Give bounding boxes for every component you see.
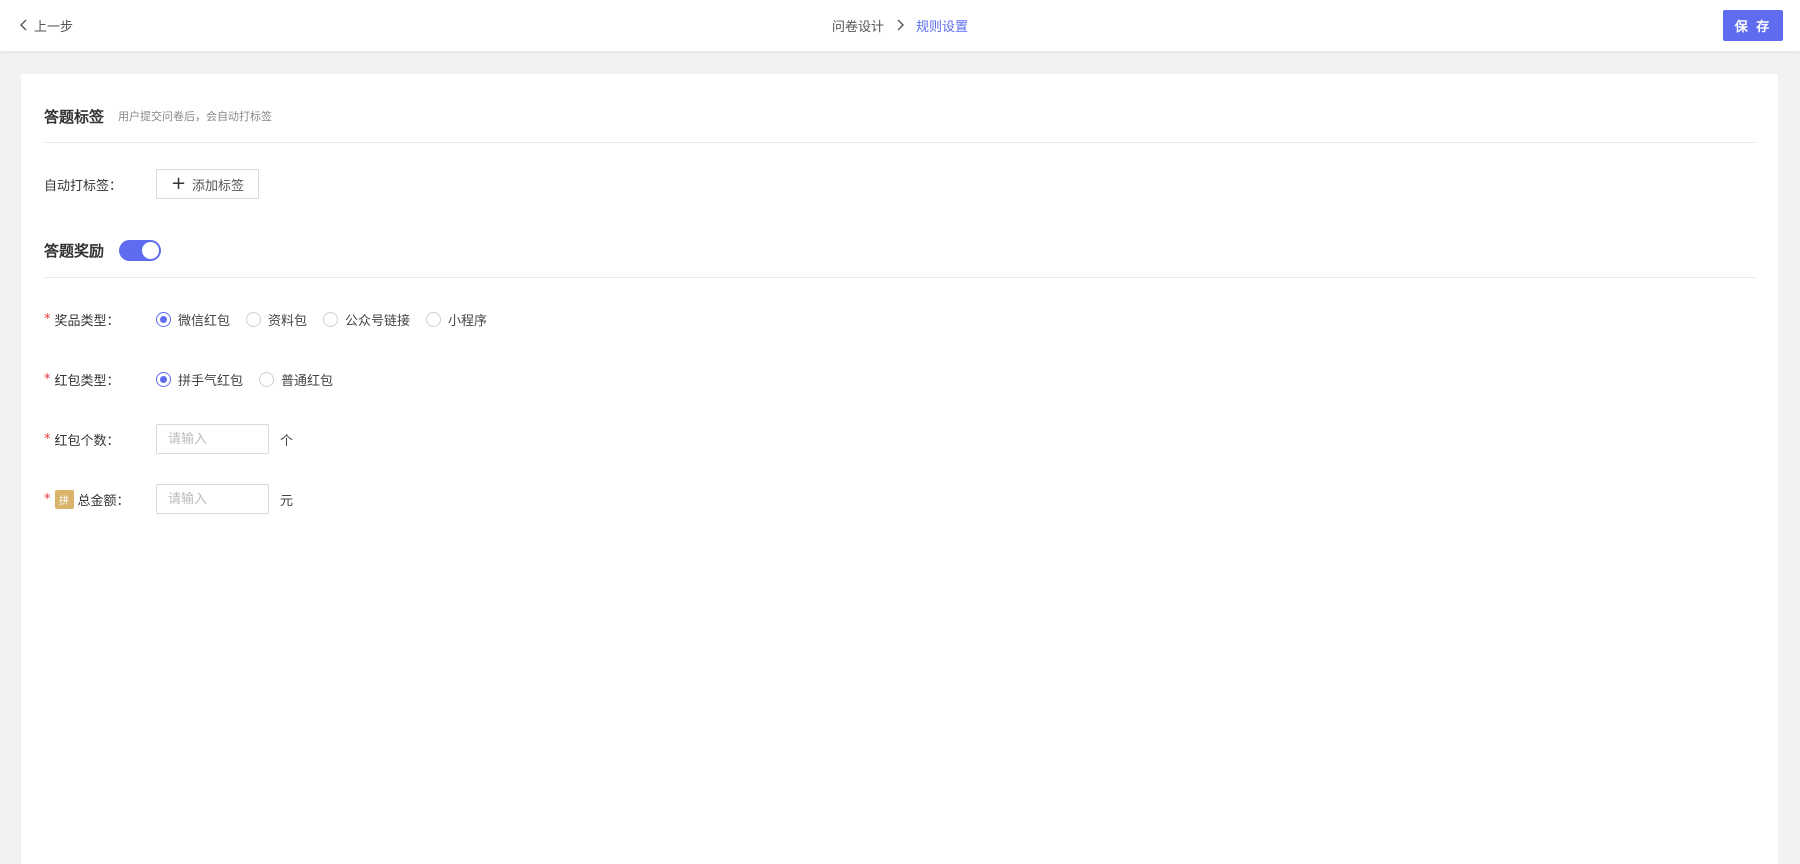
add-tag-button[interactable]: + 添加标签 <box>156 169 259 199</box>
radio-lucky-redpack[interactable]: 拼手气红包 <box>156 370 243 389</box>
radio-dot <box>259 371 275 387</box>
radio-label: 拼手气红包 <box>178 373 244 389</box>
top-bar: 上一步 问卷设计 规则设置 保 存 <box>0 0 1800 51</box>
redpack-type-row: * 红包类型： 拼手气红包 普通红包 <box>44 364 349 394</box>
radio-mini-program[interactable]: 小程序 <box>426 310 487 329</box>
radio-official-account-link[interactable]: 公众号链接 <box>323 310 410 329</box>
tag-section-title: 答题标签 <box>44 107 105 126</box>
radio-label: 公众号链接 <box>345 313 411 329</box>
redpack-type-label: * 红包类型： <box>44 370 156 389</box>
required-mark: * <box>44 311 51 327</box>
chevron-right-icon <box>897 19 904 31</box>
required-mark: * <box>44 371 51 387</box>
save-button[interactable]: 保 存 <box>1723 10 1783 41</box>
add-tag-button-label: 添加标签 <box>192 178 245 194</box>
prize-type-label-text: 奖品类型： <box>54 313 120 329</box>
radio-label: 微信红包 <box>178 313 231 329</box>
total-amount-label-text: 总金额： <box>77 493 130 509</box>
breadcrumb: 问卷设计 规则设置 <box>0 15 1800 35</box>
tag-section-header: 答题标签 用户提交问卷后，会自动打标签 <box>44 104 272 128</box>
radio-wechat-redpack[interactable]: 微信红包 <box>156 310 230 329</box>
radio-dot <box>246 311 262 327</box>
prize-type-row: * 奖品类型： 微信红包 资料包 公众号链接 小程序 <box>44 304 503 334</box>
total-amount-label: * 拼总金额： <box>44 489 156 509</box>
redpack-count-label: * 红包个数： <box>44 430 156 449</box>
reward-section-title: 答题奖励 <box>44 241 105 260</box>
redpack-count-label-text: 红包个数： <box>54 433 120 449</box>
radio-label: 普通红包 <box>281 373 334 389</box>
total-amount-unit: 元 <box>280 493 294 509</box>
auto-tag-row: 自动打标签： + 添加标签 <box>44 169 259 199</box>
total-amount-row: *拼总金额： 元 <box>44 484 293 514</box>
required-mark: * <box>44 431 51 447</box>
auto-tag-label: 自动打标签： <box>44 178 123 194</box>
divider <box>44 142 1757 143</box>
prize-type-label: * 奖品类型： <box>44 310 156 329</box>
radio-dot <box>426 311 442 327</box>
tag-section-subtitle: 用户提交问卷后，会自动打标签 <box>118 110 273 123</box>
settings-card: 答题标签 用户提交问卷后，会自动打标签 自动打标签： + 添加标签 答题奖励 *… <box>21 74 1778 864</box>
breadcrumb-item-questionnaire-design[interactable]: 问卷设计 <box>832 16 884 35</box>
redpack-count-row: *红包个数： 个 <box>44 424 293 454</box>
plus-icon: + <box>170 173 187 194</box>
lucky-badge: 拼 <box>54 489 74 509</box>
radio-label: 资料包 <box>268 313 308 329</box>
breadcrumb-item-rule-settings: 规则设置 <box>916 19 969 35</box>
radio-material-pack[interactable]: 资料包 <box>246 310 307 329</box>
toggle-knob <box>142 241 160 259</box>
radio-dot <box>323 311 339 327</box>
redpack-count-unit: 个 <box>280 433 294 449</box>
required-mark: * <box>44 491 51 507</box>
redpack-type-radio-group: 拼手气红包 普通红包 <box>156 370 349 389</box>
total-amount-input[interactable] <box>156 484 269 514</box>
prize-type-radio-group: 微信红包 资料包 公众号链接 小程序 <box>156 310 503 329</box>
redpack-count-input[interactable] <box>156 424 269 454</box>
radio-dot <box>156 371 171 387</box>
redpack-type-label-text: 红包类型： <box>54 373 120 389</box>
reward-section-header: 答题奖励 <box>44 238 162 262</box>
radio-normal-redpack[interactable]: 普通红包 <box>259 370 333 389</box>
reward-toggle[interactable] <box>119 239 162 261</box>
radio-dot <box>156 311 171 327</box>
radio-label: 小程序 <box>448 313 488 329</box>
divider <box>44 277 1757 278</box>
